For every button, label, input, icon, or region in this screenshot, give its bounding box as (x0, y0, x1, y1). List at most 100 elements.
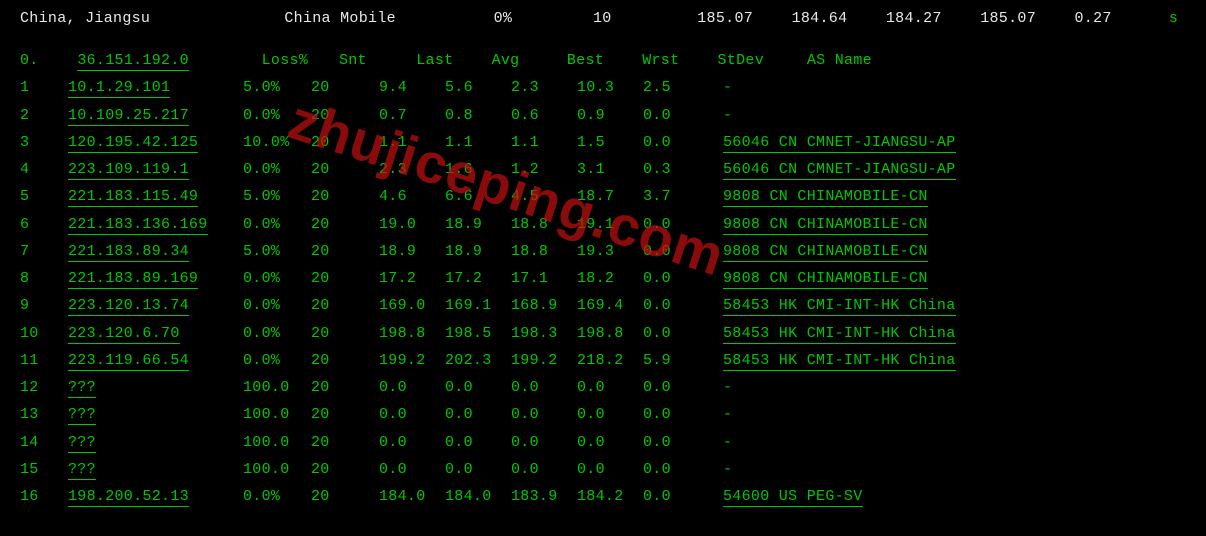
hop-wrst: 10.3 (577, 76, 643, 99)
hop-avg: 1.6 (445, 158, 511, 181)
hop-snt: 20 (311, 131, 379, 154)
hop-host[interactable]: ??? (68, 376, 243, 399)
hop-loss: 0.0% (243, 485, 311, 508)
hop-row: 4223.109.119.10.0%202.31.61.23.10.356046… (20, 156, 1186, 183)
hop-row: 13???100.0200.00.00.00.00.0- (20, 401, 1186, 428)
hop-avg: 1.1 (445, 131, 511, 154)
hop-host[interactable]: 223.120.6.70 (68, 322, 243, 345)
hop-as[interactable]: 58453 HK CMI-INT-HK China (723, 322, 1083, 345)
header-snt: Snt (339, 49, 407, 72)
hop-wrst: 0.0 (577, 403, 643, 426)
hop-stdev: 3.7 (643, 185, 723, 208)
hop-host[interactable]: 223.119.66.54 (68, 349, 243, 372)
hop-idx: 12 (20, 376, 68, 399)
hop-snt: 20 (311, 349, 379, 372)
hop-last: 0.0 (379, 431, 445, 454)
hop-wrst: 3.1 (577, 158, 643, 181)
hop-snt: 20 (311, 294, 379, 317)
hop-row: 14???100.0200.00.00.00.00.0- (20, 429, 1186, 456)
summary-isp: China Mobile (284, 10, 484, 27)
hop-snt: 20 (311, 158, 379, 181)
hop-as[interactable]: 56046 CN CMNET-JIANGSU-AP (723, 131, 1083, 154)
hop-last: 18.9 (379, 240, 445, 263)
hop-row: 9223.120.13.740.0%20169.0169.1168.9169.4… (20, 292, 1186, 319)
hop-wrst: 0.0 (577, 458, 643, 481)
hop-as[interactable]: 58453 HK CMI-INT-HK China (723, 349, 1083, 372)
summary-location: China, Jiangsu (20, 10, 275, 27)
hop-idx: 15 (20, 458, 68, 481)
hop-wrst: 0.9 (577, 104, 643, 127)
hop-snt: 20 (311, 104, 379, 127)
hop-host[interactable]: 221.183.89.34 (68, 240, 243, 263)
hop-wrst: 184.2 (577, 485, 643, 508)
hop-idx: 10 (20, 322, 68, 345)
hop-last: 169.0 (379, 294, 445, 317)
hop-loss: 0.0% (243, 267, 311, 290)
hop-best: 18.8 (511, 240, 577, 263)
hop-idx: 11 (20, 349, 68, 372)
hop-idx: 8 (20, 267, 68, 290)
hop-host[interactable]: ??? (68, 403, 243, 426)
summary-v2: 184.64 (792, 10, 877, 27)
hop-as: - (723, 104, 1083, 127)
hop-host[interactable]: 223.120.13.74 (68, 294, 243, 317)
hop-as[interactable]: 9808 CN CHINAMOBILE-CN (723, 213, 1083, 236)
hop-row: 210.109.25.2170.0%200.70.80.60.90.0- (20, 102, 1186, 129)
hop-last: 17.2 (379, 267, 445, 290)
hop-as: - (723, 376, 1083, 399)
hop-best: 198.3 (511, 322, 577, 345)
hop-last: 19.0 (379, 213, 445, 236)
hop-host[interactable]: 223.109.119.1 (68, 158, 243, 181)
hop-idx: 6 (20, 213, 68, 236)
hop-host[interactable]: 221.183.136.169 (68, 213, 243, 236)
hop-host[interactable]: 221.183.115.49 (68, 185, 243, 208)
hop-best: 0.6 (511, 104, 577, 127)
hop-best: 0.0 (511, 403, 577, 426)
hop-row: 11223.119.66.540.0%20199.2202.3199.2218.… (20, 347, 1186, 374)
hop-row: 110.1.29.1015.0%209.45.62.310.32.5- (20, 74, 1186, 101)
hop-host[interactable]: 221.183.89.169 (68, 267, 243, 290)
hop-stdev: 0.0 (643, 131, 723, 154)
header-as: AS Name (807, 49, 1167, 72)
hop-row: 15???100.0200.00.00.00.00.0- (20, 456, 1186, 483)
hop-as[interactable]: 54600 US PEG-SV (723, 485, 1083, 508)
hop-avg: 0.0 (445, 431, 511, 454)
hop-best: 18.8 (511, 213, 577, 236)
hop-as[interactable]: 9808 CN CHINAMOBILE-CN (723, 185, 1083, 208)
hop-as[interactable]: 9808 CN CHINAMOBILE-CN (723, 240, 1083, 263)
hop-last: 199.2 (379, 349, 445, 372)
hop-row: 8221.183.89.1690.0%2017.217.217.118.20.0… (20, 265, 1186, 292)
hop-snt: 20 (311, 458, 379, 481)
hop-host[interactable]: 10.1.29.101 (68, 76, 243, 99)
header-host: 36.151.192.0 (77, 49, 252, 72)
hop-as[interactable]: 56046 CN CMNET-JIANGSU-AP (723, 158, 1083, 181)
hop-avg: 5.6 (445, 76, 511, 99)
hop-best: 0.0 (511, 376, 577, 399)
hop-as: - (723, 76, 1083, 99)
hop-as[interactable]: 58453 HK CMI-INT-HK China (723, 294, 1083, 317)
hop-host[interactable]: 120.195.42.125 (68, 131, 243, 154)
hop-avg: 198.5 (445, 322, 511, 345)
hop-best: 4.5 (511, 185, 577, 208)
summary-row: China, Jiangsu China Mobile 0% 10 185.07… (20, 8, 1186, 41)
hop-loss: 100.0 (243, 431, 311, 454)
hop-last: 0.7 (379, 104, 445, 127)
summary-loss: 0% (494, 10, 584, 27)
hop-loss: 0.0% (243, 104, 311, 127)
hop-best: 199.2 (511, 349, 577, 372)
header-last: Last (416, 49, 482, 72)
hop-host[interactable]: 10.109.25.217 (68, 104, 243, 127)
hop-avg: 18.9 (445, 213, 511, 236)
hop-avg: 169.1 (445, 294, 511, 317)
hop-last: 4.6 (379, 185, 445, 208)
hop-host[interactable]: 198.200.52.13 (68, 485, 243, 508)
hop-as[interactable]: 9808 CN CHINAMOBILE-CN (723, 267, 1083, 290)
hop-best: 168.9 (511, 294, 577, 317)
hop-host[interactable]: ??? (68, 458, 243, 481)
hop-idx: 4 (20, 158, 68, 181)
hop-idx: 3 (20, 131, 68, 154)
hop-row: 5221.183.115.495.0%204.66.64.518.73.7980… (20, 183, 1186, 210)
hop-last: 198.8 (379, 322, 445, 345)
hop-host[interactable]: ??? (68, 431, 243, 454)
summary-trail: s (1169, 10, 1189, 27)
